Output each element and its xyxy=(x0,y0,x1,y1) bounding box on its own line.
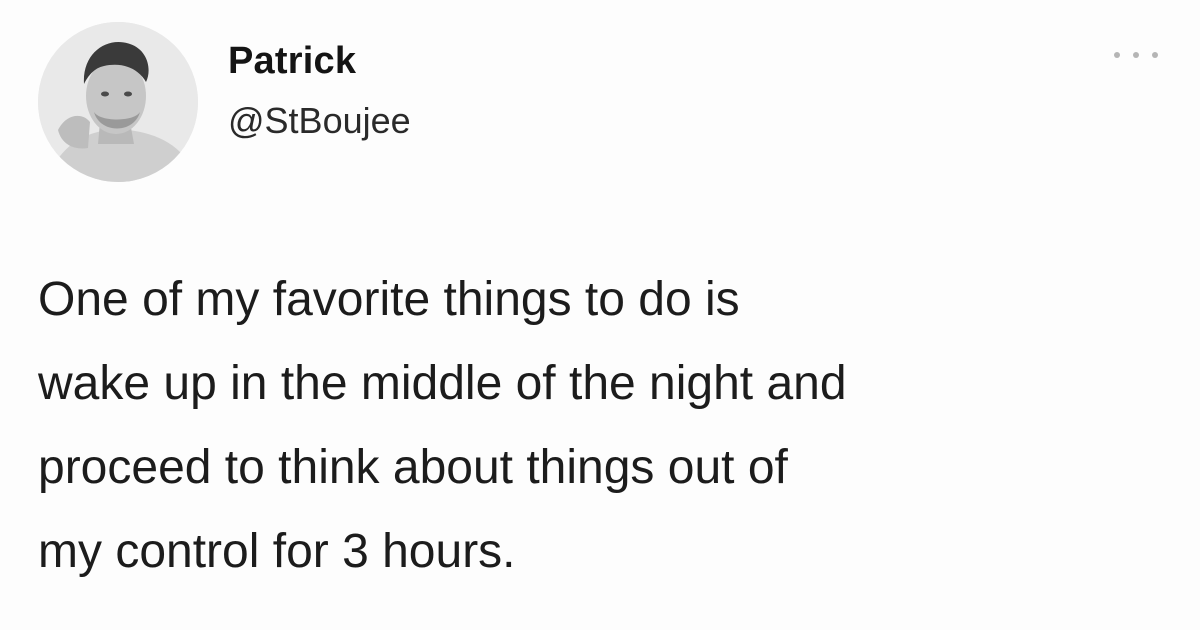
user-handle[interactable]: @StBoujee xyxy=(228,100,411,142)
tweet-card: Patrick @StBoujee One of my favorite thi… xyxy=(0,0,1200,630)
menu-dot xyxy=(1133,52,1139,58)
menu-dot xyxy=(1114,52,1120,58)
display-name[interactable]: Patrick xyxy=(228,40,356,83)
tweet-text: One of my favorite things to do is wake … xyxy=(38,273,847,578)
more-options-icon[interactable] xyxy=(1114,44,1158,66)
menu-dot xyxy=(1152,52,1158,58)
avatar[interactable] xyxy=(38,22,198,182)
profile-photo xyxy=(38,22,198,182)
